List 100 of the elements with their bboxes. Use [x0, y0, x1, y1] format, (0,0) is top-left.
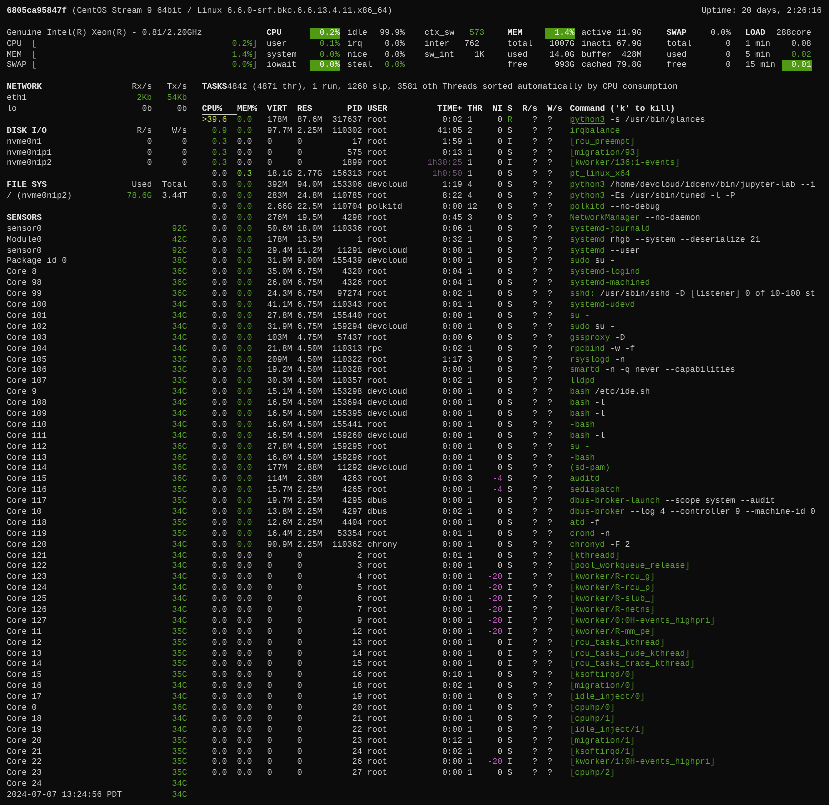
table-cell-text: 1	[356, 234, 362, 246]
table-cell-text: ?	[532, 387, 538, 398]
table-cell-text: 0.0	[237, 224, 254, 235]
table-cell-text: 0	[267, 681, 274, 692]
table-cell-text: root	[367, 354, 388, 366]
table-cell-text: 0	[297, 757, 304, 768]
table-cell-text: root	[367, 518, 388, 529]
table-cell: (sd-pam)	[570, 463, 610, 474]
table-cell-text: 0	[267, 604, 274, 616]
table-cell-text: 0	[267, 714, 274, 725]
table-cell-text: ?	[532, 583, 538, 594]
table-cell-text: 0:00	[442, 365, 463, 376]
table-cell-text: 4.50M	[297, 442, 324, 453]
table-cell-text: 0.0	[211, 659, 228, 670]
system-info: (CentOS Stream 9 64bit / Linux 6.6.0-srf.bkc.6.6.13.4.11.x86_64)	[72, 6, 393, 17]
column-header: RES	[297, 104, 314, 115]
table-cell-text: 0.0	[237, 463, 254, 474]
table-cell-text: 19.2M	[267, 365, 294, 376]
table-cell-text: 1h0:50	[432, 169, 463, 180]
table-cell-text: 0:01	[442, 550, 463, 562]
table-cell-text: 0.0	[237, 365, 254, 376]
table-cell-text: 0.0	[211, 724, 228, 736]
table-cell-text: 0	[496, 234, 503, 246]
table-cell-text: root	[367, 561, 388, 572]
table-cell-text: 0	[496, 736, 503, 747]
table-cell-text: 6.75M	[297, 267, 324, 278]
bar-bracket: ]	[252, 38, 258, 50]
table-cell-text: 0.0	[211, 746, 228, 758]
table-cell-text: 0.0	[237, 746, 254, 758]
stat-value: 0	[724, 50, 731, 60]
table-cell-text: 0:45	[442, 212, 463, 224]
sensor-name: Core 112	[7, 442, 48, 453]
table-cell-text: 0	[496, 180, 503, 192]
stat-value: 99.9%	[379, 28, 406, 39]
sensor-name: Core 21	[7, 746, 42, 758]
table-cell-text: 0	[496, 114, 503, 126]
table-cell-text: 0.0	[211, 365, 228, 376]
table-cell-text: 0	[267, 550, 274, 562]
table-cell-text: 0:02	[442, 746, 463, 758]
table-cell-text: 24	[351, 746, 362, 758]
table-cell: [ksoftirqd/0]	[570, 670, 636, 682]
sensor-value: 35C	[172, 485, 188, 496]
table-cell-text: 0.0	[237, 518, 254, 529]
table-cell-text: 0.0	[237, 670, 254, 682]
table-cell-text: root	[367, 212, 388, 224]
table-cell: [kworker/R-rcu_g]	[570, 572, 656, 584]
stat-value: 67.9G	[616, 38, 642, 50]
table-cell-text: 0	[297, 724, 304, 736]
bar-bracket: [	[32, 50, 38, 60]
table-cell-text: 0.0	[211, 463, 228, 474]
table-cell-text: 18	[351, 681, 362, 692]
usage-label: MEM	[7, 50, 24, 60]
table-cell-text: ?	[548, 256, 554, 268]
table-cell-text: 0	[496, 408, 503, 420]
stat-label: free	[508, 60, 528, 72]
table-cell-text: 19	[351, 692, 362, 703]
table-cell-text: 0	[496, 638, 503, 649]
column-header: R/s	[136, 126, 152, 137]
sensor-name: Core 118	[7, 518, 48, 529]
sensor-value: 38C	[172, 256, 188, 268]
table-cell-text: 16.6M	[267, 452, 294, 464]
table-cell: 1h30:25	[428, 158, 463, 170]
table-cell-text: 0.9	[211, 126, 228, 137]
sensor-name: Core 11	[7, 626, 42, 638]
sensor-value: 34C	[172, 420, 188, 431]
table-cell-text: 2.25M	[297, 485, 324, 496]
table-cell-text: 1	[468, 289, 474, 300]
section-title: FILE SYS	[7, 180, 48, 192]
table-cell: S	[508, 365, 513, 376]
sensor-value: 36C	[172, 474, 188, 486]
table-cell-text: 0	[496, 420, 503, 431]
table-cell-text: 0	[267, 768, 274, 780]
table-cell-text: 0.0	[237, 648, 254, 660]
stat-value: 0.0%	[384, 38, 406, 50]
table-cell: I	[508, 158, 513, 170]
table-cell-text: 0.0	[237, 681, 254, 692]
table-cell-text: 0.0	[237, 289, 254, 300]
table-cell-text: 0.0	[211, 670, 228, 682]
table-cell: chronyd -F 2	[570, 540, 630, 551]
table-cell-text: root	[367, 332, 388, 344]
sensor-name: Core 20	[7, 736, 42, 747]
sensor-value: 34C	[172, 790, 188, 802]
table-cell-text: root	[367, 442, 388, 453]
table-cell-text: 2.88M	[297, 463, 324, 474]
table-cell-text: 1	[468, 638, 474, 649]
table-cell-text: 1	[468, 583, 474, 594]
table-cell-text: 0	[496, 344, 503, 354]
table-cell-text: 0	[496, 148, 503, 158]
table-cell-text: 0	[496, 387, 503, 398]
table-cell-text: 0	[297, 638, 304, 649]
table-cell-text: 3.44T	[161, 191, 188, 202]
table-cell-text: root	[367, 310, 388, 322]
stat-label: 1 min	[745, 38, 771, 50]
table-cell-text: 5	[356, 583, 362, 594]
table-cell-text: 2.25M	[297, 126, 324, 137]
table-cell-text: 0	[496, 332, 503, 344]
sensor-name: Core 113	[7, 452, 48, 464]
usage-label: CPU	[7, 38, 24, 50]
table-cell-text: 0.0	[237, 202, 254, 213]
table-cell-text: 110313	[331, 344, 362, 354]
